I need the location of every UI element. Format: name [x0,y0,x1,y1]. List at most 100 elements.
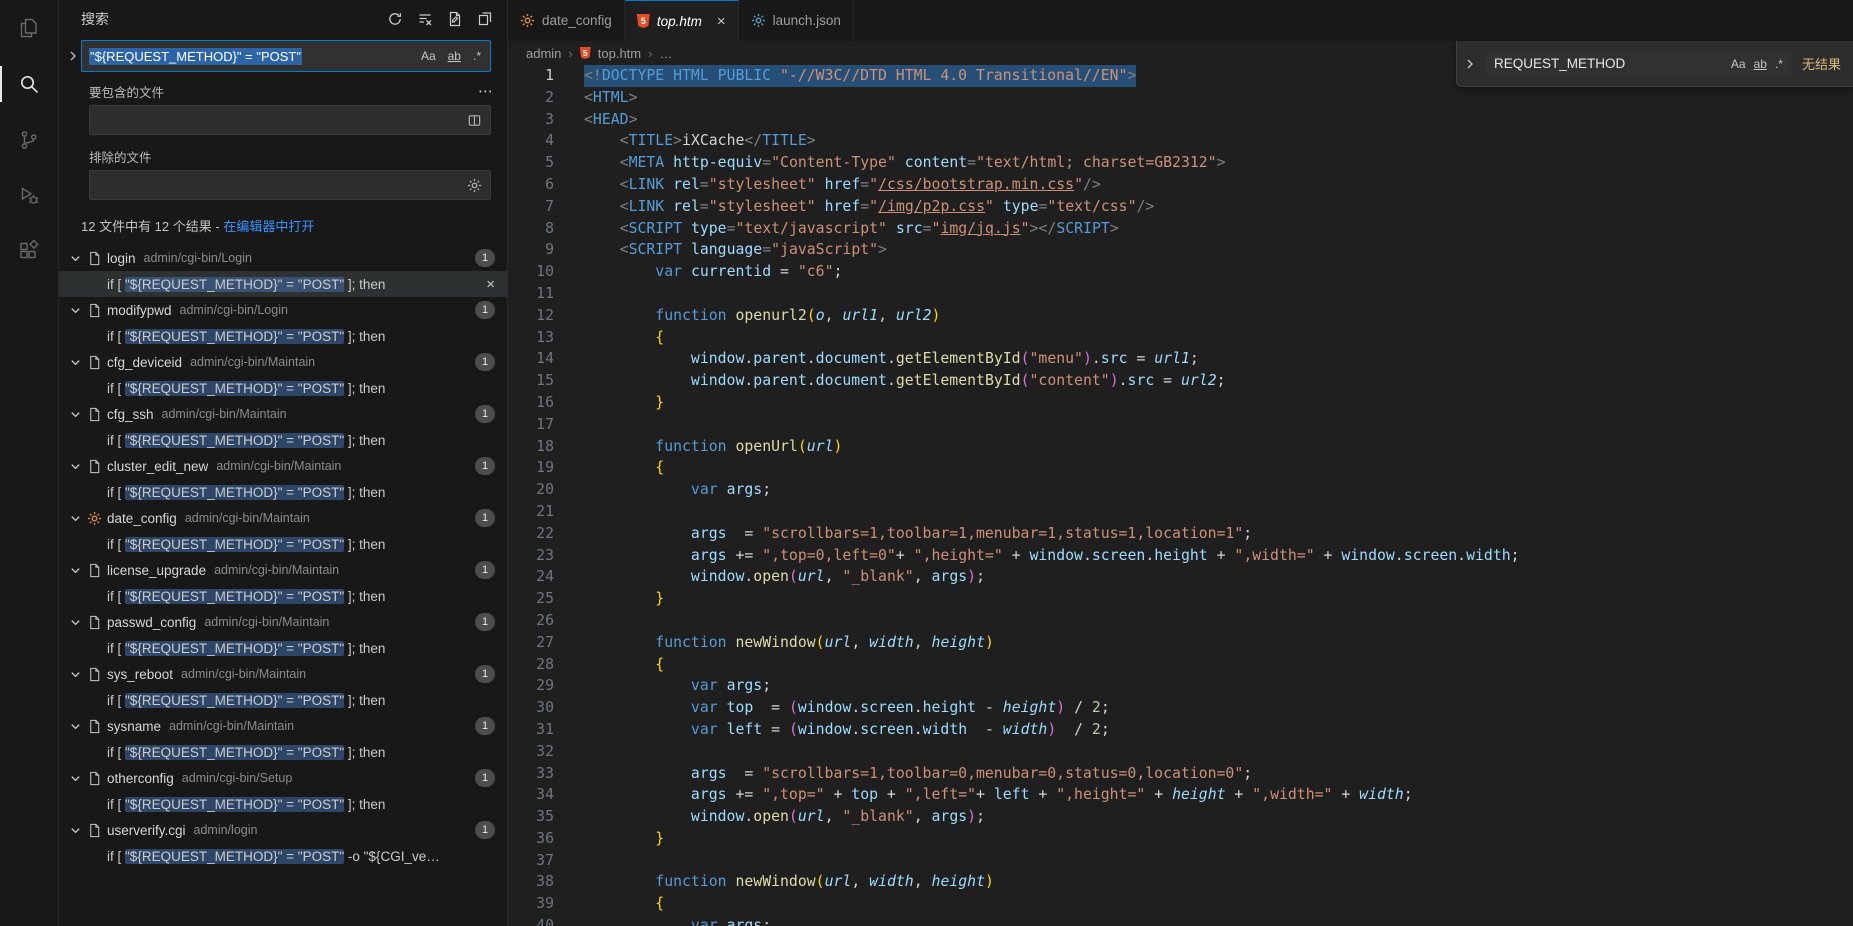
refresh-icon[interactable] [385,9,405,29]
result-match-row[interactable]: if [ "${REQUEST_METHOD}" = "POST" ]; the… [59,791,507,817]
result-file-row[interactable]: loginadmin/cgi-bin/Login1 [59,245,507,271]
breadcrumb-admin[interactable]: admin [526,46,561,61]
chevron-down-icon[interactable] [69,356,87,369]
result-match-row[interactable]: if [ "${REQUEST_METHOD}" = "POST" -o "${… [59,843,507,869]
code-line[interactable]: 21 [508,501,1853,523]
chevron-down-icon[interactable] [69,668,87,681]
chevron-down-icon[interactable] [69,512,87,525]
code-line[interactable]: 8 <SCRIPT type="text/javascript" src="im… [508,218,1853,240]
result-match-row[interactable]: if [ "${REQUEST_METHOD}" = "POST" ]; the… [59,739,507,765]
code-line[interactable]: 19 { [508,457,1853,479]
code-line[interactable]: 28 { [508,654,1853,676]
code-line[interactable]: 32 [508,741,1853,763]
breadcrumb-symbol[interactable]: … [659,46,672,61]
code-line[interactable]: 13 { [508,327,1853,349]
result-file-row[interactable]: sysnameadmin/cgi-bin/Maintain1 [59,713,507,739]
code-line[interactable]: 23 args += ",top=0,left=0"+ ",height=" +… [508,545,1853,567]
tab-date-config[interactable]: date_config [508,0,625,41]
result-file-row[interactable]: sys_rebootadmin/cgi-bin/Maintain1 [59,661,507,687]
code-line[interactable]: 31 var left = (window.screen.width - wid… [508,719,1853,741]
tab-top-htm[interactable]: 5 top.htm × [625,0,739,41]
code-line[interactable]: 12 function openurl2(o, url1, url2) [508,305,1853,327]
regex-toggle[interactable]: .* [1775,57,1783,71]
code-line[interactable]: 6 <LINK rel="stylesheet" href="/css/boot… [508,174,1853,196]
chevron-down-icon[interactable] [69,616,87,629]
result-match-row[interactable]: if [ "${REQUEST_METHOD}" = "POST" ]; the… [59,583,507,609]
dismiss-match-icon[interactable]: × [486,276,495,293]
clear-results-icon[interactable] [415,9,435,29]
code-line[interactable]: 3<HEAD> [508,109,1853,131]
code-line[interactable]: 38 function newWindow(url, width, height… [508,871,1853,893]
close-tab-icon[interactable]: × [717,13,726,30]
code-line[interactable]: 26 [508,610,1853,632]
code-line[interactable]: 39 { [508,893,1853,915]
result-match-row[interactable]: if [ "${REQUEST_METHOD}" = "POST" ]; the… [59,635,507,661]
code-line[interactable]: 25 } [508,588,1853,610]
code-line[interactable]: 10 var currentid = "c6"; [508,261,1853,283]
code-line[interactable]: 30 var top = (window.screen.height - hei… [508,697,1853,719]
whole-word-toggle[interactable]: ab [446,48,463,64]
code-line[interactable]: 40 var args; [508,915,1853,926]
result-file-row[interactable]: modifypwdadmin/cgi-bin/Login1 [59,297,507,323]
code-line[interactable]: 2<HTML> [508,87,1853,109]
code-line[interactable]: 36 } [508,828,1853,850]
search-input[interactable]: "${REQUEST_METHOD}" = "POST" Aa ab .* [81,40,491,72]
use-exclude-settings-gear-icon[interactable] [467,178,482,193]
code-line[interactable]: 27 function newWindow(url, width, height… [508,632,1853,654]
search-icon[interactable] [0,56,58,112]
regex-toggle[interactable]: .* [471,48,483,64]
code-line[interactable]: 14 window.parent.document.getElementById… [508,348,1853,370]
code-line[interactable]: 37 [508,850,1853,872]
code-line[interactable]: 29 var args; [508,675,1853,697]
result-file-row[interactable]: passwd_configadmin/cgi-bin/Maintain1 [59,609,507,635]
open-results-icon[interactable] [475,9,495,29]
code-line[interactable]: 24 window.open(url, "_blank", args); [508,566,1853,588]
result-file-row[interactable]: date_configadmin/cgi-bin/Maintain1 [59,505,507,531]
toggle-replace-chevron-icon[interactable] [65,49,81,63]
result-match-row[interactable]: if [ "${REQUEST_METHOD}" = "POST" ]; the… [59,375,507,401]
chevron-down-icon[interactable] [69,824,87,837]
files-exclude-input[interactable] [89,170,491,200]
find-input[interactable]: REQUEST_METHOD Aa ab .* [1486,51,1791,76]
code-line[interactable]: 16 } [508,392,1853,414]
result-match-row[interactable]: if [ "${REQUEST_METHOD}" = "POST" ]; the… [59,323,507,349]
result-file-row[interactable]: userverify.cgiadmin/login1 [59,817,507,843]
files-include-input[interactable] [89,105,491,135]
code-line[interactable]: 22 args = "scrollbars=1,toolbar=1,menuba… [508,523,1853,545]
extensions-icon[interactable] [0,224,58,280]
new-search-editor-icon[interactable] [445,9,465,29]
run-debug-icon[interactable] [0,168,58,224]
code-line[interactable]: 33 args = "scrollbars=1,toolbar=0,menuba… [508,763,1853,785]
result-match-row[interactable]: if [ "${REQUEST_METHOD}" = "POST" ]; the… [59,427,507,453]
chevron-down-icon[interactable] [69,408,87,421]
result-match-row[interactable]: if [ "${REQUEST_METHOD}" = "POST" ]; the… [59,479,507,505]
code-line[interactable]: 20 var args; [508,479,1853,501]
whole-word-toggle[interactable]: ab [1754,57,1767,71]
code-area[interactable]: 1<!DOCTYPE HTML PUBLIC "-//W3C//DTD HTML… [508,65,1853,926]
code-line[interactable]: 9 <SCRIPT language="javaScript"> [508,239,1853,261]
code-line[interactable]: 17 [508,414,1853,436]
source-control-icon[interactable] [0,112,58,168]
result-file-row[interactable]: cfg_deviceidadmin/cgi-bin/Maintain1 [59,349,507,375]
code-line[interactable]: 5 <META http-equiv="Content-Type" conten… [508,152,1853,174]
result-match-row[interactable]: if [ "${REQUEST_METHOD}" = "POST" ]; the… [59,687,507,713]
breadcrumb-file[interactable]: top.htm [598,46,641,61]
code-line[interactable]: 15 window.parent.document.getElementById… [508,370,1853,392]
tab-launch-json[interactable]: launch.json [739,0,854,41]
chevron-down-icon[interactable] [69,564,87,577]
result-file-row[interactable]: cfg_sshadmin/cgi-bin/Maintain1 [59,401,507,427]
chevron-down-icon[interactable] [69,252,87,265]
explorer-icon[interactable] [0,0,58,56]
result-file-row[interactable]: cluster_edit_newadmin/cgi-bin/Maintain1 [59,453,507,479]
result-match-row[interactable]: if [ "${REQUEST_METHOD}" = "POST" ]; the… [59,271,507,297]
chevron-down-icon[interactable] [69,772,87,785]
result-file-row[interactable]: license_upgradeadmin/cgi-bin/Maintain1 [59,557,507,583]
code-line[interactable]: 11 [508,283,1853,305]
match-case-toggle[interactable]: Aa [419,48,438,64]
code-line[interactable]: 4 <TITLE>iXCache</TITLE> [508,130,1853,152]
chevron-down-icon[interactable] [69,720,87,733]
toggle-search-details-button[interactable]: ⋯ [478,87,493,97]
code-line[interactable]: 7 <LINK rel="stylesheet" href="/img/p2p.… [508,196,1853,218]
toggle-replace-chevron-icon[interactable] [1463,57,1477,71]
open-in-editor-link[interactable]: 在编辑器中打开 [223,219,314,234]
